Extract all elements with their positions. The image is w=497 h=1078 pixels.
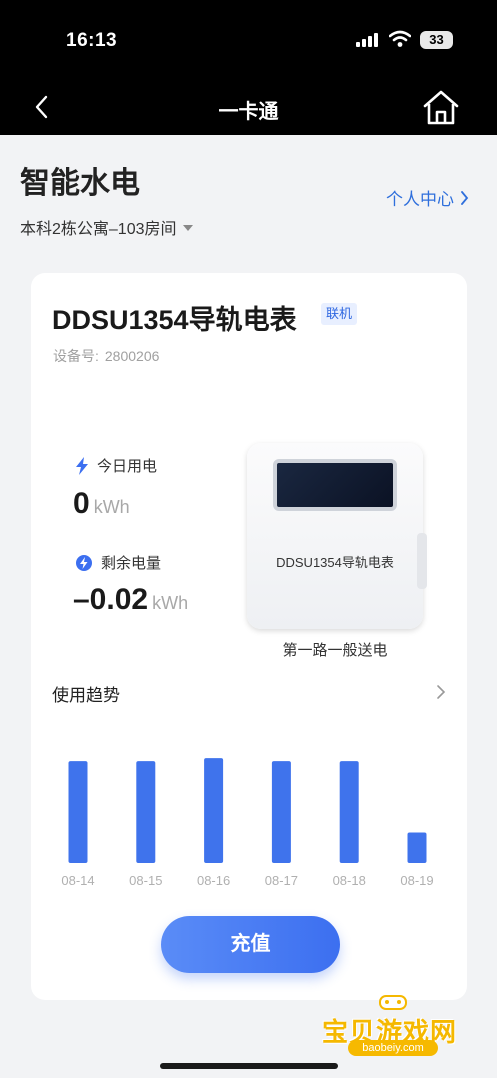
chart-bar-08-19 [407, 832, 427, 863]
device-name: DDSU1354导轨电表 [52, 305, 297, 335]
today-usage-number: 0 [73, 487, 90, 520]
today-usage-unit: kWh [93, 497, 130, 517]
status-time: 16:13 [66, 30, 118, 51]
watermark-logo: 宝贝游戏网 baobeiy.com [316, 988, 476, 1058]
today-usage-label: 今日用电 [75, 455, 157, 476]
room-select[interactable]: 本科2栋公寓–103房间 [20, 215, 193, 239]
watermark-url: baobeiy.com [348, 1040, 438, 1056]
remaining-label: 剩余电量 [75, 552, 161, 573]
chart-tick-label: 08-19 [400, 873, 433, 888]
meter-tab [417, 533, 427, 589]
remaining-number: –0.02 [73, 583, 149, 616]
room-select-value: 本科2栋公寓–103房间 [20, 221, 177, 238]
signal-icon [356, 33, 380, 47]
status-badge: 联机 [321, 303, 358, 325]
chart-bar-08-18 [339, 761, 359, 863]
device-id: 设备号: 2800206 [53, 346, 159, 366]
today-usage-value: 0 kWh [73, 487, 130, 521]
chart-bar-08-15 [136, 761, 156, 863]
chart-tick-label: 08-16 [197, 873, 230, 888]
device-card: DDSU1354导轨电表 联机 设备号: 2800206 今日用电 0 kWh 剩余… [31, 273, 467, 1000]
device-id-value: 2800206 [104, 348, 160, 364]
chart-bar-08-16 [204, 758, 224, 863]
nav-bar: 一卡通 [0, 80, 497, 135]
device-id-label: 设备号: [53, 348, 99, 364]
home-icon[interactable] [420, 86, 462, 128]
remaining-value: –0.02 kWh [73, 583, 188, 617]
meter-illustration: DDSU1354导轨电表 [247, 443, 427, 629]
recharge-button[interactable]: 充值 [161, 916, 340, 973]
remaining-unit: kWh [152, 593, 189, 613]
caret-down-icon [182, 225, 193, 231]
meter-label: DDSU1354导轨电表 [276, 555, 394, 570]
chevron-right-icon[interactable] [434, 683, 448, 701]
chart-tick-label: 08-15 [129, 873, 162, 888]
chevron-right-icon [461, 190, 469, 205]
today-usage-text: 今日用电 [97, 458, 158, 475]
page-title: 智能水电 [20, 167, 140, 200]
usage-trend-chart: 08-14 08-15 08-16 08-17 08-18 08-19 [61, 758, 434, 888]
meter-screen [273, 459, 397, 511]
chart-tick-label: 08-18 [333, 873, 366, 888]
gamepad-icon [379, 995, 407, 1010]
meter-caption: 第一路一般送电 [282, 642, 388, 659]
status-bar: 16:13 33 [0, 0, 497, 80]
wifi-icon [389, 30, 411, 47]
battery-indicator: 33 [420, 31, 453, 49]
remaining-text: 剩余电量 [101, 555, 162, 572]
personal-center-label: 个人中心 [386, 190, 454, 209]
chart-tick-label: 08-14 [61, 873, 94, 888]
chart-bar-08-14 [68, 761, 88, 863]
chart-tick-label: 08-17 [265, 873, 298, 888]
home-indicator [160, 1063, 338, 1069]
lightning-icon [76, 456, 88, 475]
chart-bar-08-17 [271, 761, 291, 863]
trend-title: 使用趋势 [52, 686, 120, 705]
personal-center-link[interactable]: 个人中心 [386, 185, 469, 210]
charge-circle-icon [76, 554, 92, 571]
